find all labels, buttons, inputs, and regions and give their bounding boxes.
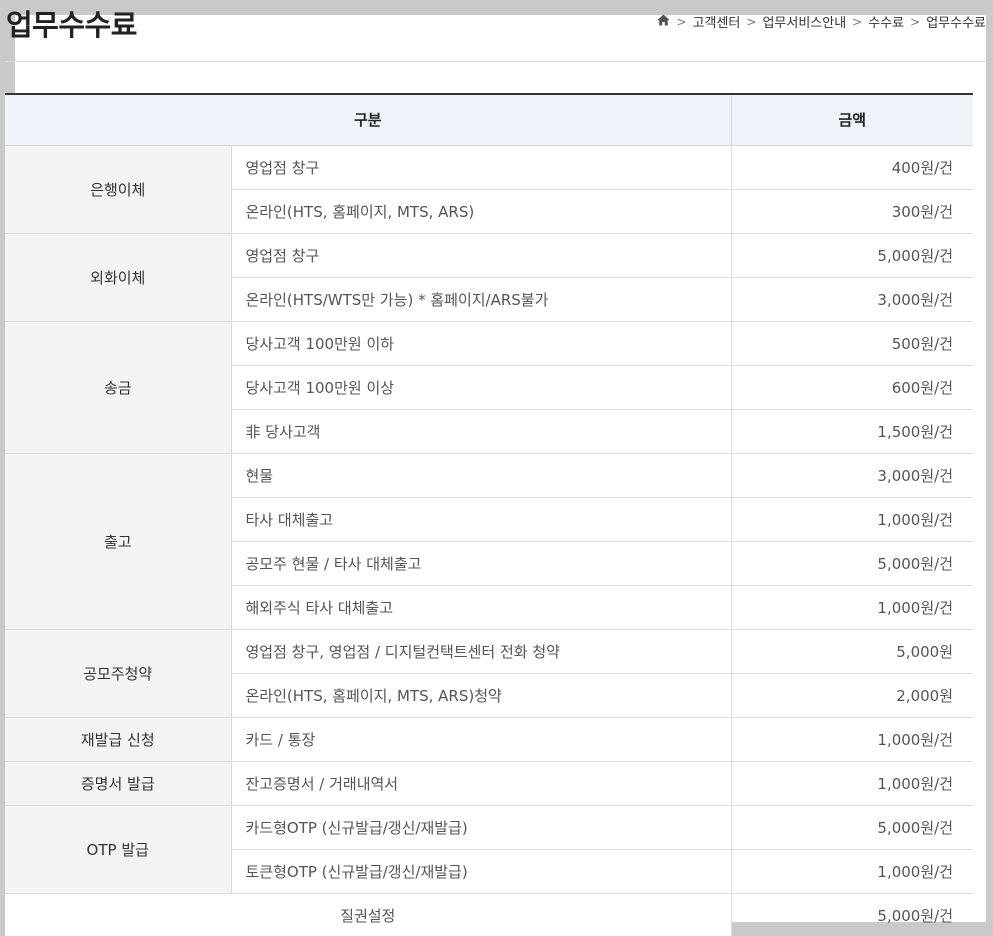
breadcrumb-separator: > <box>910 14 921 29</box>
title-divider <box>5 61 986 62</box>
page-edge <box>978 15 986 922</box>
item-cell: 당사고객 100만원 이하 <box>231 321 732 366</box>
item-cell: 공모주 현물 / 타사 대체출고 <box>231 541 732 586</box>
table-row: 증명서 발급 잔고증명서 / 거래내역서 1,000원/건 <box>5 761 974 806</box>
category-cell: 외화이체 <box>5 233 232 322</box>
category-cell: 재발급 신청 <box>5 717 232 762</box>
item-cell: 非 당사고객 <box>231 409 732 454</box>
amount-cell: 600원/건 <box>730 365 974 410</box>
table-row: 송금 당사고객 100만원 이하 500원/건 <box>5 321 974 454</box>
table-row: 은행이체 영업점 창구 400원/건 <box>5 145 974 234</box>
fee-table-body: 은행이체 영업점 창구 400원/건 온라인(HTS, 홈페이지, MTS, ARS)… <box>5 145 974 936</box>
home-icon[interactable] <box>657 14 670 30</box>
category-cell: OTP 발급 <box>5 805 232 894</box>
amount-cell: 1,000원/건 <box>730 849 974 894</box>
item-cell: 온라인(HTS, 홈페이지, MTS, ARS)청약 <box>231 673 732 718</box>
category-cell: 출고 <box>5 453 232 630</box>
amount-cell: 3,000원/건 <box>730 453 974 498</box>
item-cell: 당사고객 100만원 이상 <box>231 365 732 410</box>
item-cell: 토큰형OTP (신규발급/갱신/재발급) <box>231 849 732 894</box>
amount-cell: 1,000원/건 <box>730 497 974 542</box>
item-cell: 질권설정 <box>5 893 732 936</box>
category-cell: 공모주청약 <box>5 629 232 718</box>
table-row: 외화이체 영업점 창구 5,000원/건 <box>5 233 974 322</box>
item-cell: 카드 / 통장 <box>231 717 732 762</box>
page-title: 업무수수료 <box>6 8 137 42</box>
item-cell: 타사 대체출고 <box>231 497 732 542</box>
category-cell: 증명서 발급 <box>5 761 232 806</box>
breadcrumb-item-service-info[interactable]: 업무서비스안내 <box>762 12 846 31</box>
amount-cell: 3,000원/건 <box>730 277 974 322</box>
amount-cell: 5,000원/건 <box>730 541 974 586</box>
item-cell: 해외주식 타사 대체출고 <box>231 585 732 630</box>
table-row: 공모주청약 영업점 창구, 영업점 / 디지털컨택트센터 전화 청약 5,000원 <box>5 629 974 718</box>
breadcrumb-separator: > <box>676 14 687 29</box>
item-cell: 영업점 창구 <box>231 233 732 278</box>
amount-cell: 1,500원/건 <box>730 409 974 454</box>
amount-cell: 1,000원/건 <box>730 717 974 762</box>
item-cell: 온라인(HTS, 홈페이지, MTS, ARS) <box>231 189 732 234</box>
breadcrumb-item-customer-center[interactable]: 고객센터 <box>693 12 741 31</box>
amount-cell: 1,000원/건 <box>730 585 974 630</box>
breadcrumb-item-current: 업무수수료 <box>926 16 986 31</box>
item-cell: 영업점 창구, 영업점 / 디지털컨택트센터 전화 청약 <box>231 629 732 674</box>
amount-cell: 5,000원/건 <box>730 893 974 936</box>
table-row: 재발급 신청 카드 / 통장 1,000원/건 <box>5 717 974 762</box>
amount-cell: 1,000원/건 <box>730 761 974 806</box>
item-cell: 영업점 창구 <box>231 145 732 190</box>
fee-table: 구분 금액 은행이체 영업점 창구 400원/건 온라인(HTS, 홈페이지, MTS… <box>5 93 974 936</box>
column-header-amount: 금액 <box>730 93 974 146</box>
amount-cell: 5,000원 <box>730 629 974 674</box>
breadcrumb-separator: > <box>852 14 863 29</box>
breadcrumb-item-fees[interactable]: 수수료 <box>868 12 904 31</box>
table-row: 출고 현물 3,000원/건 <box>5 453 974 630</box>
item-cell: 온라인(HTS/WTS만 가능) * 홈페이지/ARS불가 <box>231 277 732 322</box>
amount-cell: 300원/건 <box>730 189 974 234</box>
breadcrumb: > 고객센터 > 업무서비스안내 > 수수료 > 업무수수료 <box>657 12 986 31</box>
table-row: 질권설정 5,000원/건 <box>5 893 974 936</box>
category-cell: 송금 <box>5 321 232 454</box>
table-header-row: 구분 금액 <box>5 93 974 146</box>
amount-cell: 5,000원/건 <box>730 805 974 850</box>
item-cell: 현물 <box>231 453 732 498</box>
category-cell: 은행이체 <box>5 145 232 234</box>
item-cell: 잔고증명서 / 거래내역서 <box>231 761 732 806</box>
column-header-category: 구분 <box>5 93 732 146</box>
amount-cell: 5,000원/건 <box>730 233 974 278</box>
breadcrumb-separator: > <box>746 14 757 29</box>
item-cell: 카드형OTP (신규발급/갱신/재발급) <box>231 805 732 850</box>
amount-cell: 400원/건 <box>730 145 974 190</box>
table-row: OTP 발급 카드형OTP (신규발급/갱신/재발급) 5,000원/건 <box>5 805 974 894</box>
amount-cell: 2,000원 <box>730 673 974 718</box>
amount-cell: 500원/건 <box>730 321 974 366</box>
